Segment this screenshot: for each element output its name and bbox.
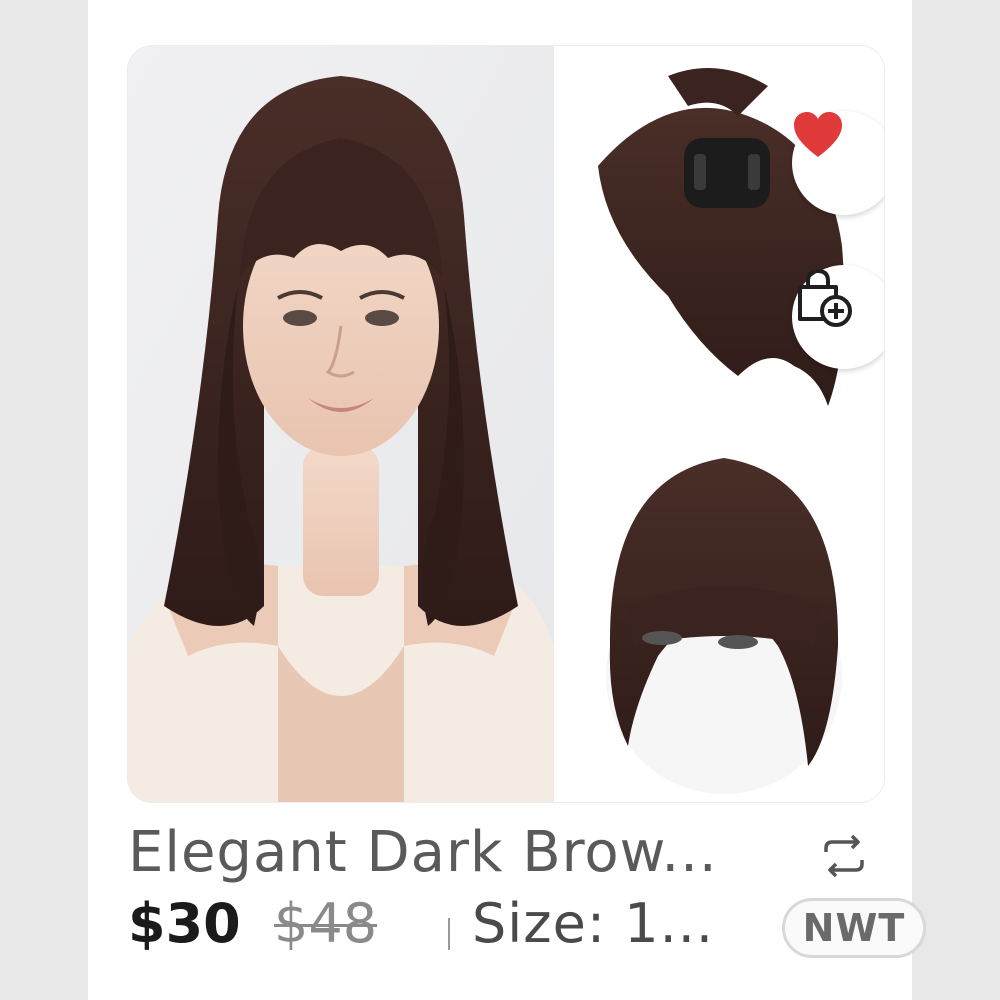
product-photo-collage	[128, 46, 884, 802]
product-photo[interactable]	[128, 46, 884, 802]
listing-title-row: Elegant Dark Brow...	[128, 816, 884, 892]
page-side-right	[912, 0, 1000, 1000]
original-price: $48	[274, 892, 378, 955]
price-size-divider	[448, 918, 450, 950]
listing-card[interactable]: Elegant Dark Brow... $30 $48 Size: 1... …	[88, 0, 926, 1000]
condition-badge: NWT	[782, 898, 926, 958]
repost-icon	[824, 834, 864, 878]
price-row: $30 $48 Size: 1... NWT	[128, 892, 926, 972]
current-price: $30	[128, 892, 241, 955]
listing-title[interactable]: Elegant Dark Brow...	[128, 820, 718, 885]
bag-plus-icon	[798, 268, 852, 327]
repost-button[interactable]	[816, 828, 872, 884]
size-label: Size: 1...	[472, 892, 715, 955]
heart-icon	[794, 112, 842, 157]
page-side-left	[0, 0, 88, 1000]
